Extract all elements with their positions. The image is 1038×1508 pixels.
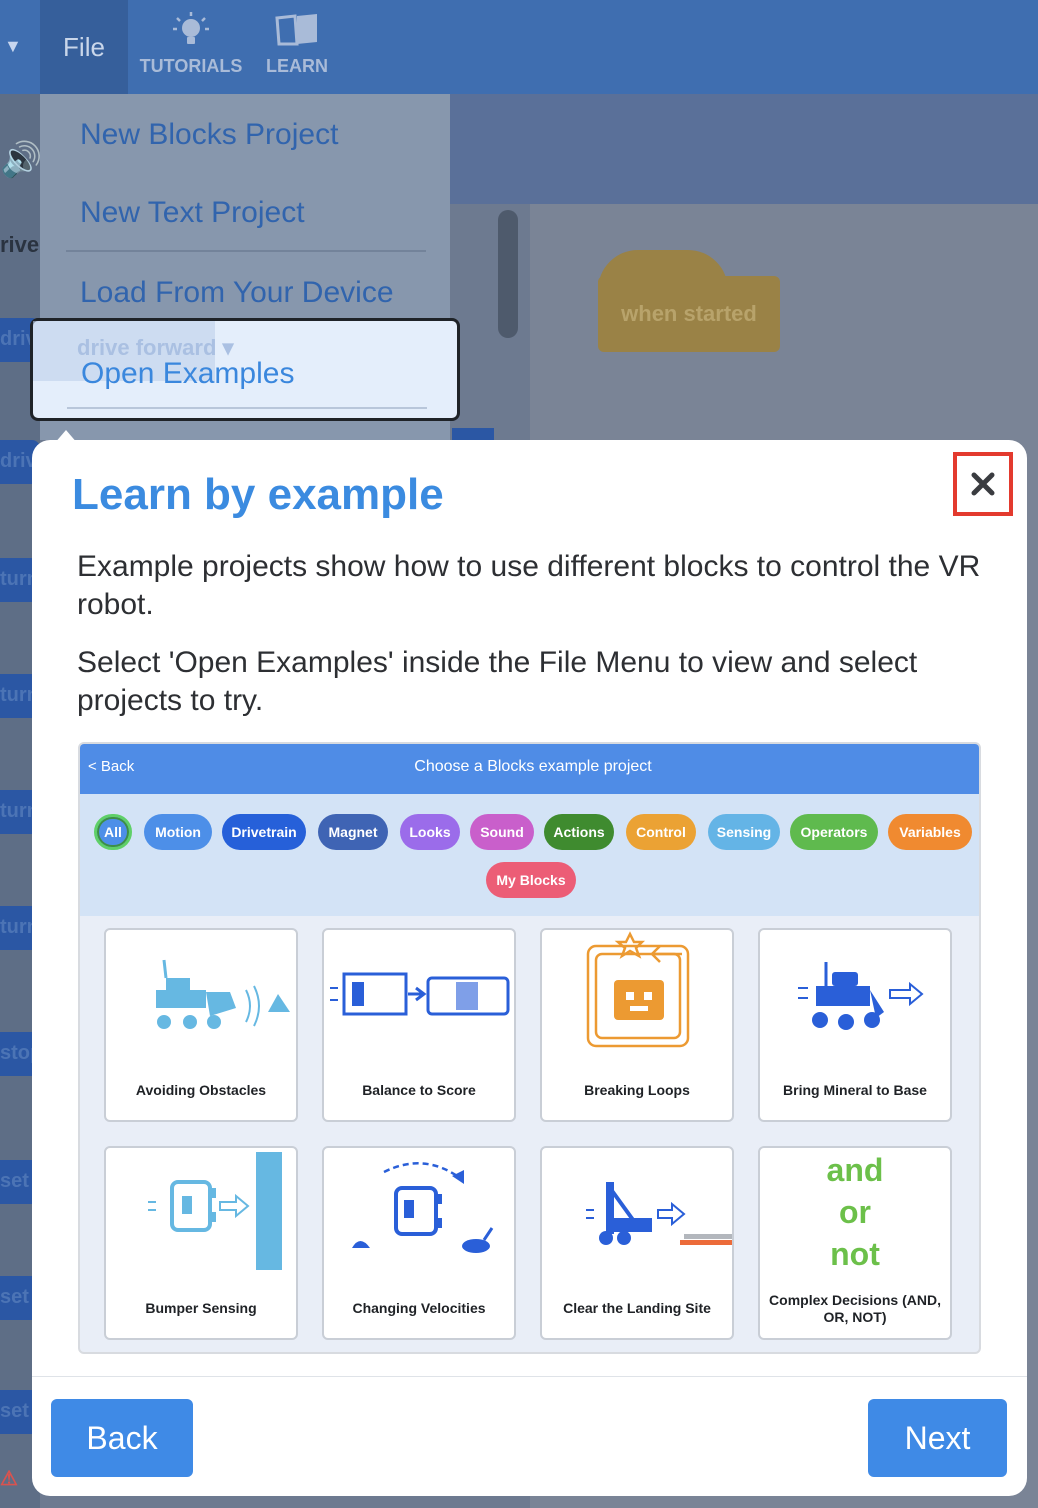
example-card: Changing Velocities <box>322 1146 516 1340</box>
rover-obstacle-icon <box>156 959 290 1029</box>
filter-chip-actions: Actions <box>544 814 614 850</box>
example-card: Clear the Landing Site <box>540 1146 734 1340</box>
learn-button[interactable]: LEARN <box>242 6 352 90</box>
warning-icon: ⚠ <box>0 1468 18 1490</box>
menu-item-new-text-project[interactable]: New Text Project <box>80 196 305 230</box>
menu-item-load-from-device[interactable]: Load From Your Device <box>80 276 394 310</box>
card-title: Breaking Loops <box>584 1082 690 1098</box>
back-button[interactable]: Back <box>51 1399 193 1477</box>
balance-icon <box>330 972 510 1016</box>
filter-chip-drivetrain: Drivetrain <box>222 814 306 850</box>
chevron-down-icon[interactable]: ▼ <box>4 36 22 57</box>
preview-title: Choose a Blocks example project <box>414 758 652 775</box>
loop-robot-icon <box>586 931 690 1048</box>
category-filter-bar: All Motion Drivetrain Magnet Looks Sound… <box>80 794 979 916</box>
card-title: Bumper Sensing <box>145 1300 257 1316</box>
example-card: Avoiding Obstacles <box>104 928 298 1122</box>
example-card: Bumper Sensing <box>104 1146 298 1340</box>
close-icon <box>971 472 995 496</box>
book-icon <box>275 14 317 46</box>
speaker-icon[interactable]: 🔊 <box>0 140 42 180</box>
example-card: Balance to Score <box>322 928 516 1122</box>
card-title: Balance to Score <box>362 1082 476 1098</box>
filter-chip-motion: Motion <box>144 814 212 850</box>
drive-section-label: rive <box>0 232 40 257</box>
card-title: Bring Mineral to Base <box>783 1082 927 1098</box>
learn-by-example-dialog: Learn by example Example projects show h… <box>32 440 1027 1496</box>
palette-scrollbar[interactable] <box>498 210 518 338</box>
dialog-title: Learn by example <box>72 470 444 519</box>
open-examples-label: Open Examples <box>81 357 295 390</box>
examples-preview-image: < Back Choose a Blocks example project A… <box>78 742 981 1354</box>
top-menu-bar: ▼ File TUTORIALS LEARN <box>0 0 1038 94</box>
when-started-block[interactable]: when started <box>598 250 780 352</box>
filter-chip-sensing: Sensing <box>708 814 780 850</box>
dialog-paragraph: Example projects show how to use differe… <box>77 550 981 621</box>
landing-site-icon <box>586 1182 732 1245</box>
filter-chip-all: All <box>94 814 132 850</box>
filter-chip-looks: Looks <box>400 814 460 850</box>
lightbulb-icon <box>173 12 209 44</box>
tutorials-label: TUTORIALS <box>139 56 243 76</box>
logic-word-and: and <box>826 1152 884 1188</box>
card-title: Changing Velocities <box>352 1300 486 1316</box>
example-card: Bring Mineral to Base <box>758 928 952 1122</box>
menu-item-open-examples[interactable]: drive forward ▾ Open Examples <box>30 318 460 421</box>
logic-word-not: not <box>830 1236 880 1272</box>
dialog-footer-divider <box>32 1376 1027 1377</box>
card-title: Clear the Landing Site <box>563 1300 711 1316</box>
close-button[interactable] <box>953 452 1013 516</box>
velocity-robot-icon <box>352 1162 494 1253</box>
tutorials-button[interactable]: TUTORIALS <box>136 6 246 90</box>
menu-divider <box>67 407 427 409</box>
card-title: Complex Decisions (AND, OR, NOT) <box>769 1292 941 1325</box>
menu-item-new-blocks-project[interactable]: New Blocks Project <box>80 118 338 152</box>
filter-chip-control: Control <box>626 814 696 850</box>
preview-header: < Back Choose a Blocks example project <box>80 744 979 794</box>
learn-label: LEARN <box>266 56 328 76</box>
filter-chip-my-blocks: My Blocks <box>486 862 576 898</box>
logic-word-or: or <box>839 1194 871 1230</box>
filter-chip-magnet: Magnet <box>318 814 388 850</box>
rover-mineral-icon <box>798 962 924 1030</box>
menu-divider <box>66 250 426 252</box>
when-started-label: when started <box>621 301 757 326</box>
example-card: and or not Complex Decisions (AND, OR, N… <box>758 1146 952 1340</box>
filter-chip-sound: Sound <box>470 814 534 850</box>
next-button[interactable]: Next <box>868 1399 1007 1477</box>
file-menu-button[interactable]: File <box>40 0 128 94</box>
card-title: Avoiding Obstacles <box>135 1082 267 1098</box>
dialog-paragraph: Select 'Open Examples' inside the File M… <box>77 646 918 717</box>
bumper-robot-icon <box>148 1152 282 1270</box>
example-card: Breaking Loops <box>540 928 734 1122</box>
filter-chip-operators: Operators <box>790 814 878 850</box>
canvas-toolbar <box>450 94 1038 204</box>
filter-chip-variables: Variables <box>888 814 972 850</box>
